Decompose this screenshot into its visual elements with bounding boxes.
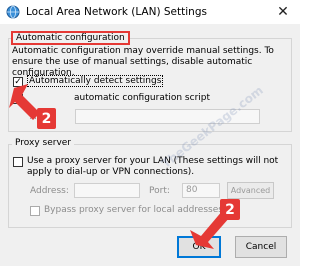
close-icon: ✕ (277, 4, 289, 20)
ok-button[interactable]: OK (177, 236, 221, 258)
proxy-address-label: Address: (30, 186, 69, 196)
proxy-port-input[interactable]: 80 (182, 183, 220, 198)
proxy-address-input[interactable] (74, 183, 140, 198)
step-badge: 2 (37, 108, 56, 129)
proxy-port-label: Port: (149, 186, 170, 196)
detect-settings-checkbox[interactable]: ✓ (13, 77, 23, 87)
config-script-checkbox[interactable] (13, 94, 23, 104)
close-button[interactable]: ✕ (266, 0, 300, 24)
step-badge: 2 (220, 199, 240, 220)
use-proxy-checkbox[interactable] (13, 157, 23, 167)
bypass-local-checkbox[interactable] (30, 206, 40, 216)
checkmark-icon: ✓ (14, 76, 22, 87)
automatic-configuration-legend: Automatic configuration (11, 31, 130, 45)
cancel-button[interactable]: Cancel (235, 236, 287, 258)
bypass-local-label[interactable]: Bypass proxy server for local addresses (44, 205, 223, 215)
advanced-button[interactable]: Advanced (227, 182, 274, 199)
network-globe-icon (6, 5, 20, 19)
proxy-server-legend: Proxy server (12, 138, 75, 148)
detect-settings-label[interactable]: Automatically detect settings (27, 75, 164, 87)
window-title: Local Area Network (LAN) Settings (26, 6, 207, 18)
config-script-label[interactable]: automatic configuration script (74, 93, 210, 103)
script-address-label: A (30, 112, 37, 122)
use-proxy-label[interactable]: Use a proxy server for your LAN (These s… (27, 156, 285, 178)
